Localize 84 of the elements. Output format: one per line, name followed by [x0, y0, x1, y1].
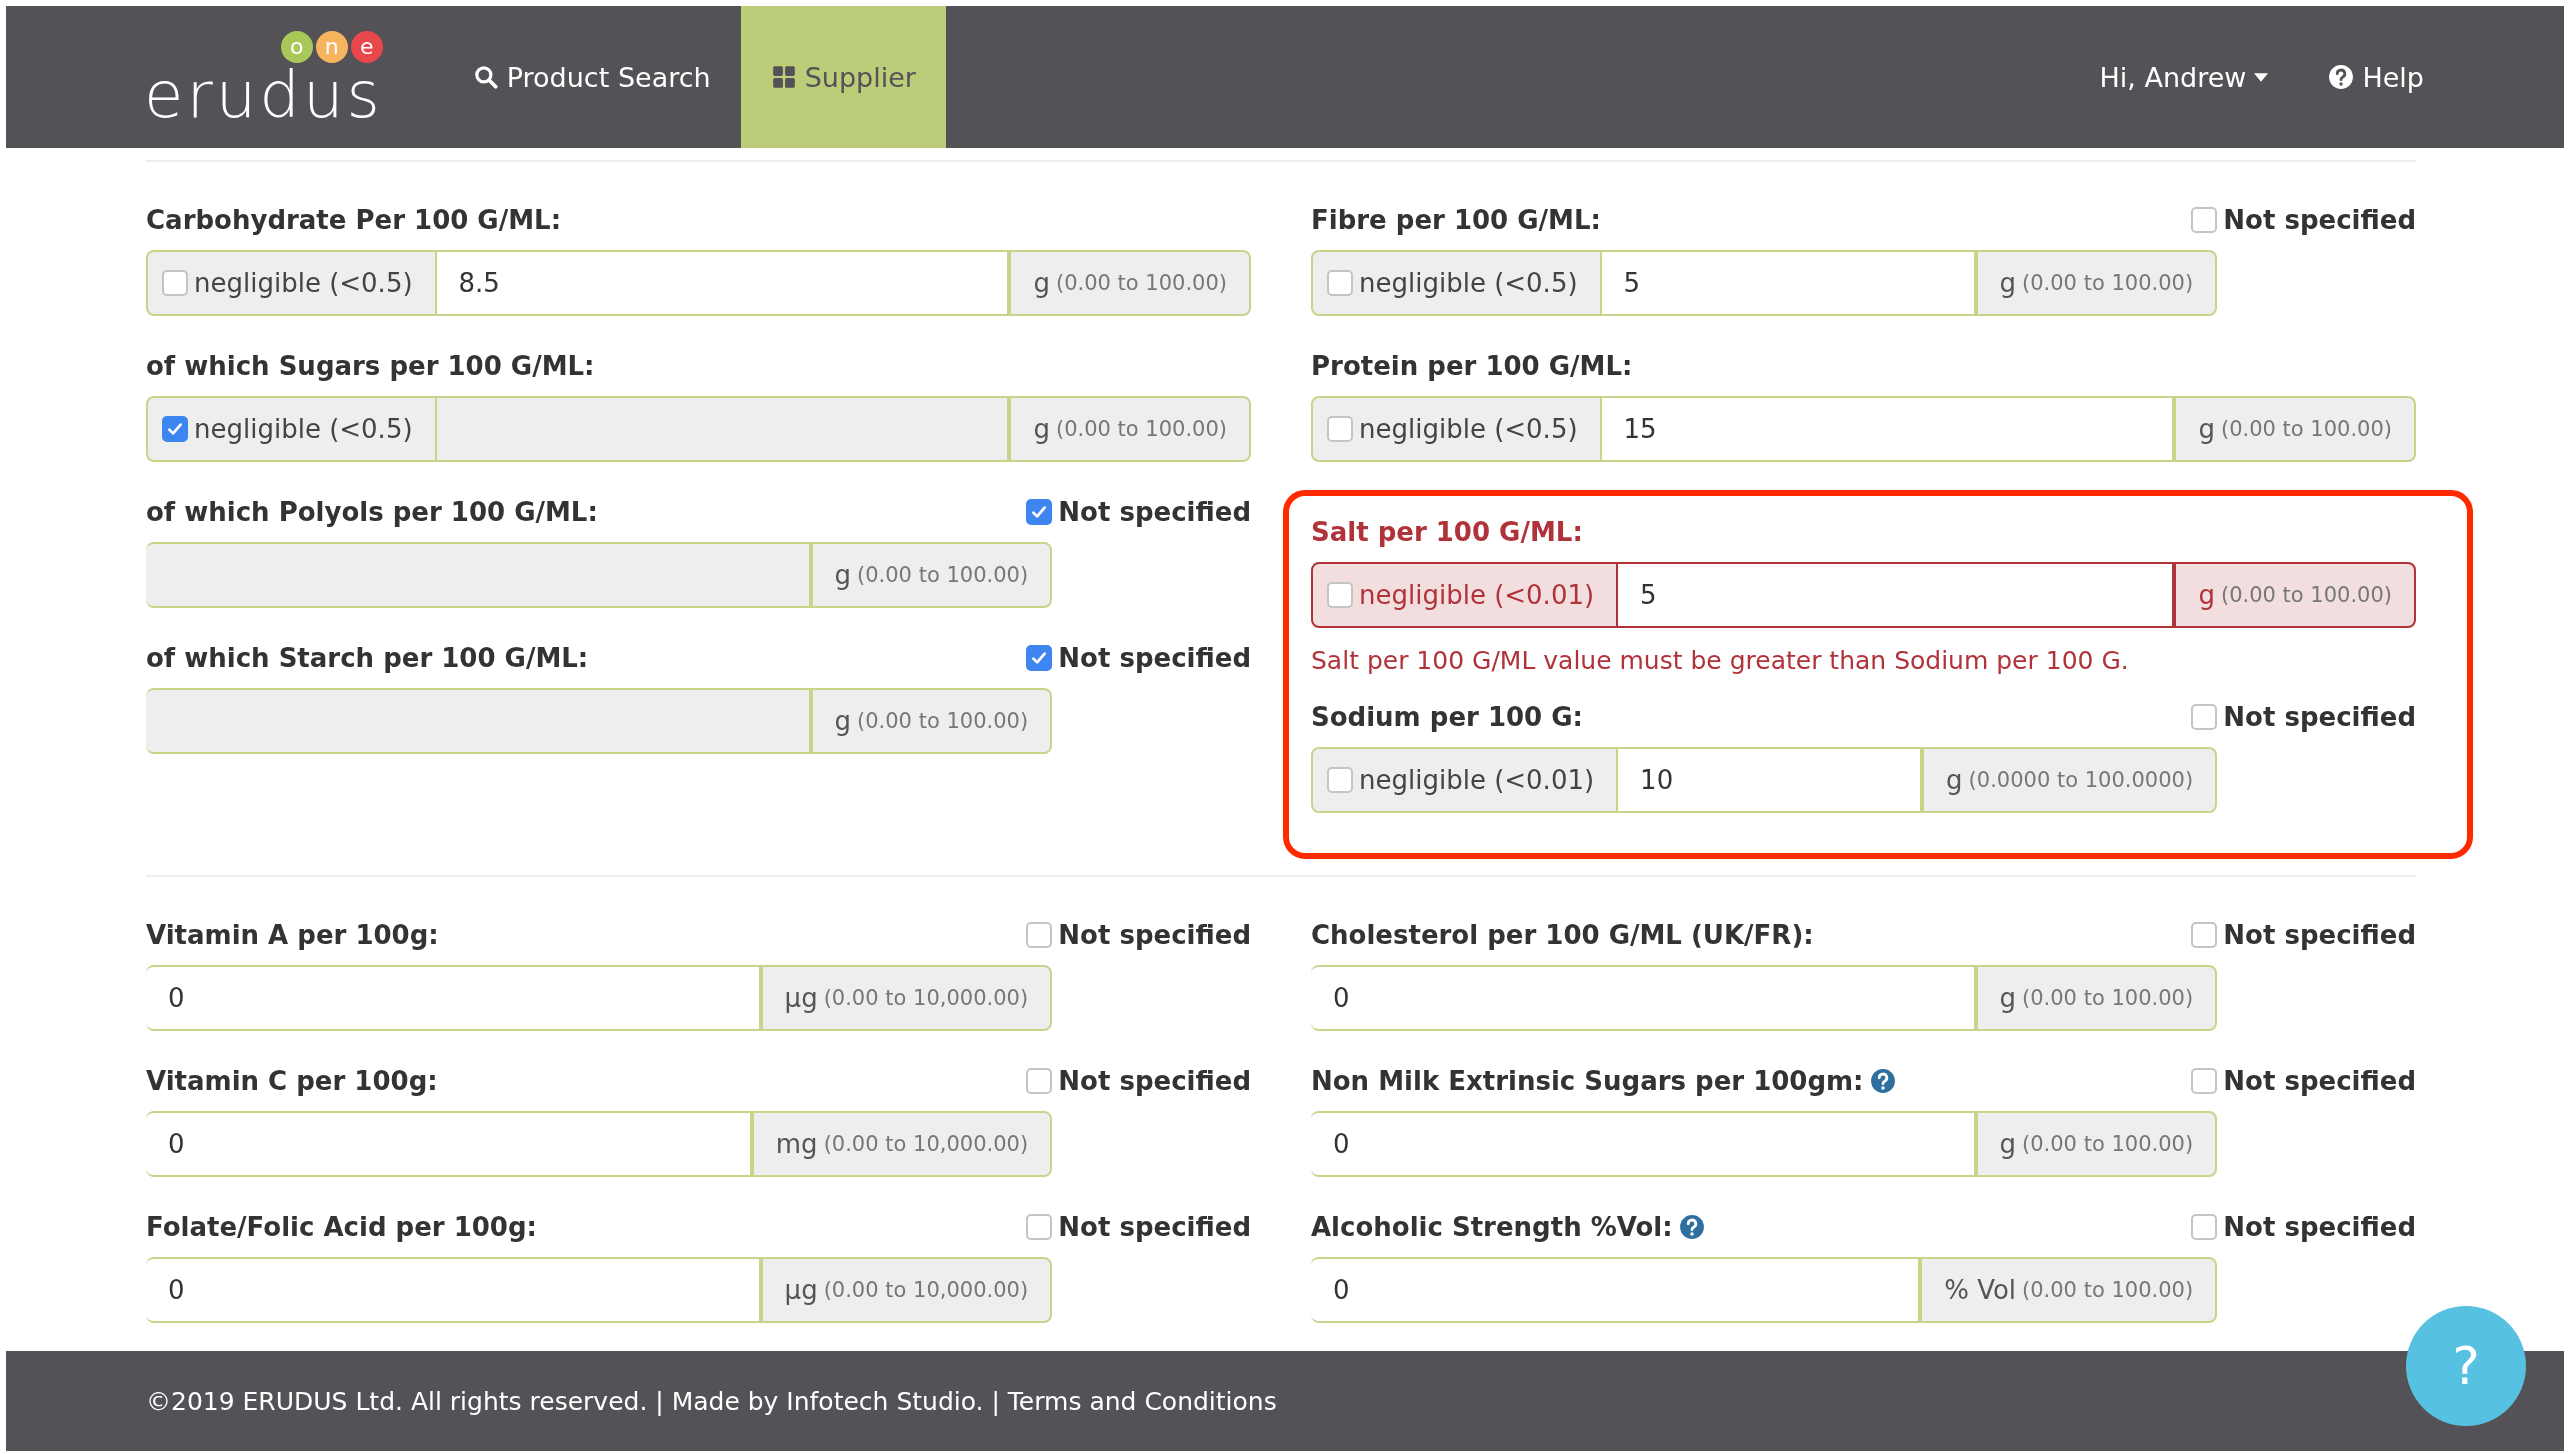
checkbox[interactable]	[2191, 922, 2218, 948]
checkbox[interactable]	[1026, 922, 1053, 948]
erudus-logo[interactable]: o n e erudus	[144, 31, 383, 127]
checkbox[interactable]	[1026, 1214, 1053, 1240]
value-field[interactable]: 0	[146, 1111, 752, 1177]
grid-icon	[770, 64, 797, 90]
unit-addon: g (0.0000 to 100.0000)	[1922, 747, 2218, 813]
checkbox[interactable]	[1026, 645, 1053, 671]
field-label: of which Polyols per 100 G/ML:	[146, 497, 598, 527]
field-label: Protein per 100 G/ML:	[1311, 351, 1633, 381]
not-specified-label: Not specified	[2223, 702, 2416, 732]
checkbox[interactable]	[2191, 207, 2218, 233]
field-label: Folate/Folic Acid per 100g:	[146, 1212, 537, 1242]
unit-addon: g (0.00 to 100.00)	[1975, 250, 2218, 316]
field-label: of which Sugars per 100 G/ML:	[146, 351, 595, 381]
value-field[interactable]: 15	[1601, 396, 2175, 462]
field-label: Sodium per 100 G:	[1311, 702, 1583, 732]
unit-addon: g (0.00 to 100.00)	[1009, 250, 1251, 316]
checkbox[interactable]	[162, 270, 188, 296]
nav-tab[interactable]: Product Search	[442, 6, 741, 148]
field-label: Fibre per 100 G/ML:	[1311, 205, 1601, 235]
not-specified-label: Not specified	[1058, 1212, 1251, 1242]
not-specified-label: Not specified	[2223, 205, 2416, 235]
value-field[interactable]: 5	[1601, 250, 1976, 316]
checkbox[interactable]	[1327, 582, 1353, 608]
checkbox[interactable]	[1327, 270, 1353, 296]
field-label: Carbohydrate Per 100 G/ML:	[146, 205, 562, 235]
unit-addon: g (0.00 to 100.00)	[1009, 396, 1251, 462]
user-menu[interactable]: Hi, Andrew	[2099, 61, 2269, 93]
negligible-label: negligible (<0.01)	[1359, 580, 1595, 610]
value-field[interactable]: 0	[146, 1257, 761, 1323]
checkbox[interactable]	[1026, 499, 1053, 525]
checkbox[interactable]	[2191, 704, 2218, 730]
field-label: Alcoholic Strength %Vol:	[1311, 1212, 1673, 1242]
not-specified-label: Not specified	[1058, 643, 1251, 673]
unit-addon: g (0.00 to 100.00)	[2174, 396, 2416, 462]
help-link[interactable]: Help	[2328, 61, 2424, 93]
field-label: of which Starch per 100 G/ML:	[146, 643, 589, 673]
not-specified-label: Not specified	[2223, 920, 2416, 950]
field-label: Vitamin A per 100g:	[146, 920, 439, 950]
checkbox[interactable]	[162, 416, 188, 442]
negligible-label: negligible (<0.5)	[1359, 414, 1578, 444]
caret-icon	[2254, 72, 2269, 82]
help-icon[interactable]	[1869, 1068, 1896, 1094]
value-field[interactable]: 10	[1618, 747, 1923, 813]
checkbox[interactable]	[2191, 1214, 2218, 1240]
value-field[interactable]: 0	[146, 965, 761, 1031]
error-message: Salt per 100 G/ML value must be greater than Sodium per 100 G.	[1311, 646, 2130, 675]
unit-addon: µg (0.00 to 10,000.00)	[760, 1257, 1053, 1323]
negligible-label: negligible (<0.01)	[1359, 765, 1595, 795]
not-specified-label: Not specified	[1058, 497, 1251, 527]
field-label: Vitamin C per 100g:	[146, 1066, 438, 1096]
negligible-label: negligible (<0.5)	[194, 268, 413, 298]
negligible-label: negligible (<0.5)	[1359, 268, 1578, 298]
checkbox[interactable]	[1327, 416, 1353, 442]
value-field[interactable]: 8.5	[436, 250, 1010, 316]
negligible-label: negligible (<0.5)	[194, 414, 413, 444]
field-label: Non Milk Extrinsic Sugars per 100gm:	[1311, 1066, 1864, 1096]
checkbox[interactable]	[1327, 767, 1353, 793]
unit-addon: % Vol (0.00 to 100.00)	[1920, 1257, 2218, 1323]
value-field[interactable]: 0	[1311, 1257, 1921, 1323]
checkbox[interactable]	[2191, 1068, 2218, 1094]
unit-addon: g (0.00 to 100.00)	[810, 688, 1053, 754]
unit-addon: mg (0.00 to 10,000.00)	[751, 1111, 1053, 1177]
field-label: Salt per 100 G/ML:	[1311, 517, 1583, 547]
search-icon	[472, 64, 499, 90]
footer-text: ©2019 ERUDUS Ltd. All rights reserved. | Made by Infotech Studio. | Terms and Conditions	[146, 1386, 1277, 1416]
value-field[interactable]: 0	[1311, 965, 1976, 1031]
not-specified-label: Not specified	[1058, 920, 1251, 950]
unit-addon: µg (0.00 to 10,000.00)	[760, 965, 1053, 1031]
not-specified-label: Not specified	[2223, 1212, 2416, 1242]
help-icon[interactable]	[1678, 1214, 1705, 1240]
unit-addon: g (0.00 to 100.00)	[1975, 1111, 2218, 1177]
unit-addon: g (0.00 to 100.00)	[810, 542, 1053, 608]
not-specified-label: Not specified	[1058, 1066, 1251, 1096]
unit-addon: g (0.00 to 100.00)	[1975, 965, 2218, 1031]
nav-tab[interactable]: Supplier	[740, 6, 946, 148]
unit-addon: g (0.00 to 100.00)	[2174, 562, 2416, 628]
value-field[interactable]: 0	[1311, 1111, 1976, 1177]
field-label: Cholesterol per 100 G/ML (UK/FR):	[1311, 920, 1814, 950]
not-specified-label: Not specified	[2223, 1066, 2416, 1096]
checkbox[interactable]	[1026, 1068, 1053, 1094]
help-icon	[2328, 64, 2355, 90]
value-field[interactable]: 5	[1618, 562, 2175, 628]
